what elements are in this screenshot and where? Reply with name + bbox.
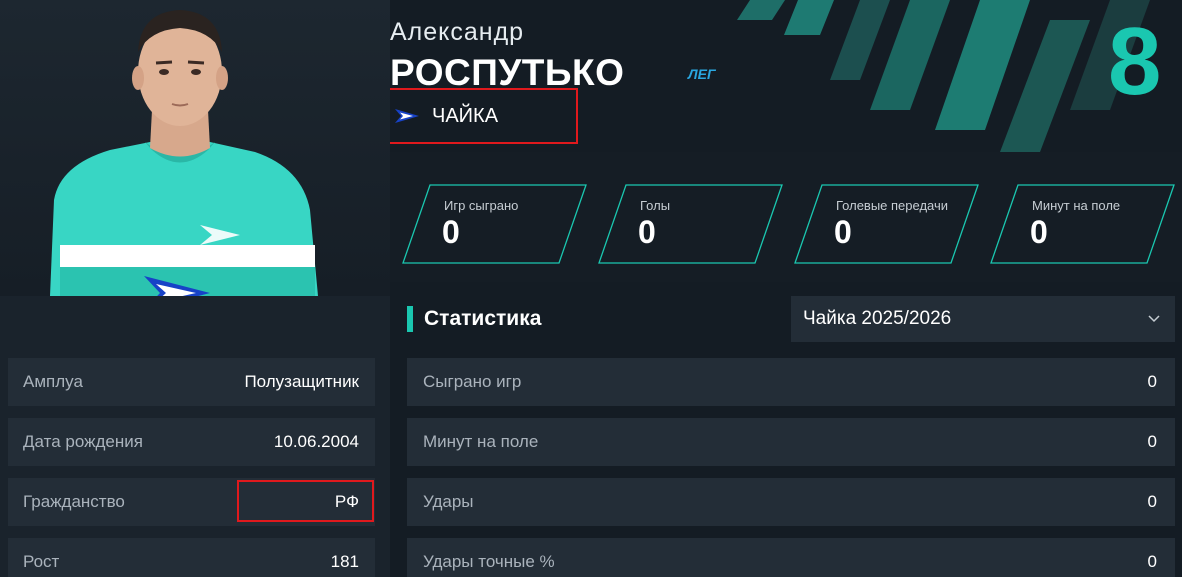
stat-card-value: 0 — [834, 214, 852, 250]
citizenship-highlight — [237, 480, 374, 522]
club-link[interactable]: ЧАЙКА — [390, 88, 578, 144]
stat-card-minutes: Минут на поле 0 — [990, 184, 1175, 264]
player-first-name: Александр — [390, 18, 525, 46]
player-header: Александр РОСПУТЬКО ЛЕГ 8 ЧАЙКА — [390, 0, 1182, 152]
stat-card-goals: Голы 0 — [598, 184, 783, 264]
stat-value: 0 — [1147, 552, 1157, 571]
stat-card-label: Голевые передачи — [836, 198, 949, 213]
info-key: Рост — [23, 552, 60, 571]
club-name: ЧАЙКА — [432, 104, 499, 127]
info-value: Полузащитник — [244, 372, 359, 391]
info-key: Гражданство — [23, 492, 125, 511]
stat-key: Удары точные % — [423, 552, 555, 571]
player-number: 8 — [1108, 8, 1162, 115]
stat-card-value: 0 — [1030, 214, 1048, 250]
stat-card-value: 0 — [442, 214, 460, 250]
stats-heading: Статистика — [407, 306, 541, 332]
club-logo-icon — [395, 109, 419, 123]
season-select[interactable]: Чайка 2025/2026 — [791, 296, 1175, 342]
info-row-birthdate: Дата рождения 10.06.2004 — [8, 418, 375, 466]
stat-value: 0 — [1147, 492, 1157, 511]
info-row-height: Рост 181 — [8, 538, 375, 577]
player-photo — [50, 10, 318, 296]
info-key: Дата рождения — [23, 432, 143, 451]
season-select-value: Чайка 2025/2026 — [803, 308, 952, 329]
stat-value: 0 — [1147, 372, 1157, 391]
stat-row: Удары точные % 0 — [407, 538, 1175, 577]
stat-card-label: Голы — [640, 198, 671, 213]
stat-card-label: Минут на поле — [1032, 198, 1121, 213]
chevron-down-icon — [1148, 315, 1160, 323]
stat-key: Удары — [423, 492, 474, 511]
info-value: 181 — [330, 552, 359, 571]
stat-key: Сыграно игр — [423, 372, 522, 391]
info-key: Амплуа — [23, 372, 83, 391]
stat-key: Минут на поле — [423, 432, 539, 451]
position-tag: ЛЕГ — [688, 66, 716, 82]
stat-row: Сыграно игр 0 — [407, 358, 1175, 406]
stats-title: Статистика — [424, 307, 542, 330]
info-value: 10.06.2004 — [273, 432, 359, 451]
player-photo-area — [0, 0, 390, 296]
stat-cards: Игр сыграно 0 Голы 0 Голевые передачи 0 … — [390, 152, 1182, 282]
stat-card-games: Игр сыграно 0 — [402, 184, 587, 264]
club-logo-icon — [144, 276, 210, 296]
stat-card-label: Игр сыграно — [444, 198, 519, 213]
stat-value: 0 — [1147, 432, 1157, 451]
stat-row: Удары 0 — [407, 478, 1175, 526]
info-row-position: Амплуа Полузащитник — [8, 358, 375, 406]
stat-row: Минут на поле 0 — [407, 418, 1175, 466]
heading-accent-bar — [407, 306, 413, 332]
stat-card-assists: Голевые передачи 0 — [794, 184, 979, 264]
stat-card-value: 0 — [638, 214, 656, 250]
